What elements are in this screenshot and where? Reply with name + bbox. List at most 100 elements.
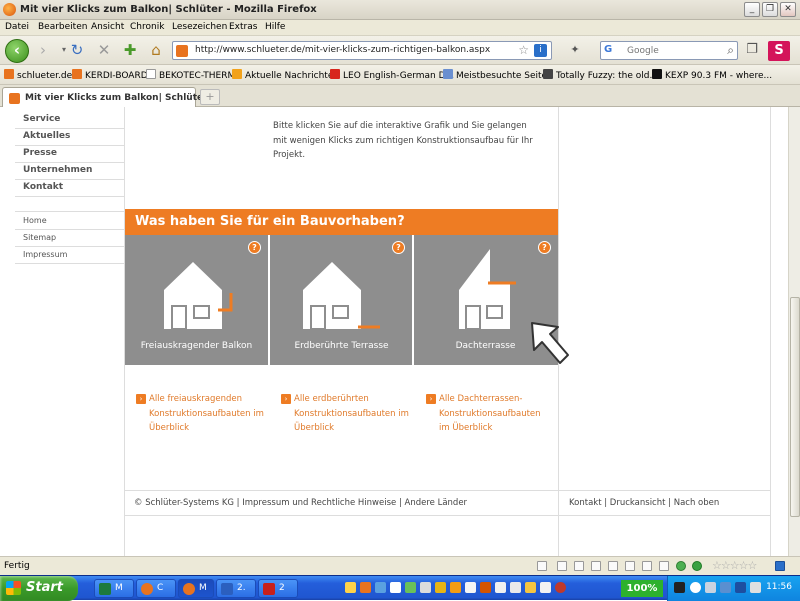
google-icon[interactable]: G [604,44,622,58]
volume-icon[interactable] [750,582,761,593]
network-icon[interactable] [705,582,716,593]
site-info-icon[interactable]: i [534,44,547,57]
bookmark-item[interactable]: schlueter.de [4,69,72,81]
quicklaunch-icon[interactable] [405,582,416,593]
bookmark-item[interactable]: Totally Fuzzy: the old... [543,69,658,81]
search-input[interactable] [627,44,717,57]
bookmark-add-icon[interactable]: ✚ [118,39,142,61]
quicklaunch-icon[interactable] [420,582,431,593]
bookmark-item[interactable]: Aktuelle Nachrichten [232,69,339,81]
taskbar-item-firefox[interactable]: M [178,579,214,598]
bookmark-item[interactable]: KEXP 90.3 FM - where... [652,69,772,81]
menu-extras[interactable]: Extras [229,22,257,32]
bookmark-item[interactable]: BEKOTEC-THERM [146,69,235,81]
bookmark-item[interactable]: LEO English-German D... [330,69,454,81]
print-icon[interactable] [574,561,584,571]
sidebar-item-kontakt[interactable]: Kontakt [23,182,63,192]
addon-icon[interactable]: ✦ [563,39,587,61]
window-tiles-icon[interactable]: ❐ [740,39,764,61]
bookmark-favicon-icon [72,69,82,79]
minimize-button[interactable]: _ [744,2,760,17]
taskbar-item-acrobat[interactable]: 2 [258,579,298,598]
search-box[interactable]: G ⌕ [600,41,738,60]
addon-icon[interactable] [775,561,785,571]
sidebar-item-unternehmen[interactable]: Unternehmen [23,165,92,175]
quicklaunch-icon[interactable] [345,582,356,593]
option-freiauskragender-balkon[interactable]: ? Freiauskragender Balkon [125,235,268,365]
menu-lesezeichen[interactable]: Lesezeichen [172,22,227,32]
taskbar-item-chrome[interactable]: C [136,579,176,598]
footer-left[interactable]: © Schlüter-Systems KG | Impressum und Re… [134,498,467,508]
menu-hilfe[interactable]: Hilfe [265,22,285,32]
link-freiauskragend[interactable]: › Alle freiauskragenden Konstruktionsauf… [136,392,274,436]
tools-icon[interactable] [608,561,618,571]
taskbar-item-excel[interactable]: M [94,579,134,598]
quicklaunch-icon[interactable] [450,582,461,593]
ok-icon[interactable] [676,561,686,571]
quicklaunch-icon[interactable] [510,582,521,593]
power-plug-icon[interactable] [674,582,685,593]
menu-chronik[interactable]: Chronik [130,22,164,32]
stop-icon[interactable]: ✕ [92,39,116,61]
quicklaunch-icon[interactable] [555,582,566,593]
url-text[interactable]: http://www.schlueter.de/mit-vier-klicks-… [195,45,490,55]
scrollbar-thumb[interactable] [790,297,800,517]
back-icon[interactable]: ‹ [5,39,29,63]
link-arrow-icon: › [281,394,291,404]
bookmark-item[interactable]: Meistbesuchte Seiten [443,69,553,81]
page-icon[interactable] [537,561,547,571]
start-button[interactable]: Start [0,576,78,601]
search-icon[interactable]: ⌕ [727,43,734,58]
settings-icon[interactable] [659,561,669,571]
pen-icon[interactable] [557,561,567,571]
close-button[interactable]: ✕ [780,2,796,17]
taskbar-item-word[interactable]: 2. [216,579,256,598]
bookmark-star-icon[interactable]: ☆ [518,43,529,57]
option-label: Freiauskragender Balkon [140,341,253,351]
quicklaunch-icon[interactable] [360,582,371,593]
quicklaunch-icon[interactable] [495,582,506,593]
clock[interactable]: 11:56 [766,582,792,592]
save-icon[interactable] [591,561,601,571]
note-icon[interactable] [642,561,652,571]
quicklaunch-icon[interactable] [525,582,536,593]
page-icon[interactable] [625,561,635,571]
menu-bearbeiten[interactable]: Bearbeiten [38,22,87,32]
quicklaunch-icon[interactable] [540,582,551,593]
status-icon[interactable] [692,561,702,571]
reload-icon[interactable]: ↻ [65,39,89,61]
link-dachterrasse[interactable]: › Alle Dachterrassen-Konstruktionsaufbau… [426,392,549,436]
sidebar-item-service[interactable]: Service [23,114,60,124]
divider [15,263,124,264]
menu-ansicht[interactable]: Ansicht [91,22,124,32]
home-icon[interactable]: ⌂ [144,39,168,61]
folder-icon [443,69,453,79]
url-bar[interactable]: http://www.schlueter.de/mit-vier-klicks-… [172,41,552,60]
rating-stars-icon[interactable]: ☆☆☆☆☆ [712,559,757,572]
vertical-scrollbar[interactable] [788,107,800,556]
link-erdberuehrt[interactable]: › Alle erdberührten Konstruktionsaufbaut… [281,392,419,436]
tab-active[interactable]: Mit vier Klicks zum Balkon| Schlüter [2,87,208,107]
sidebar-item-aktuelles[interactable]: Aktuelles [23,131,70,141]
quicklaunch-icon[interactable] [435,582,446,593]
tray-icon[interactable] [735,582,746,593]
new-tab-button[interactable]: + [200,89,220,105]
battery-indicator[interactable]: 100% [621,580,663,597]
quicklaunch-icon[interactable] [465,582,476,593]
extension-s-icon[interactable]: S [768,41,790,61]
tray-icon[interactable] [720,582,731,593]
firefox-icon [3,3,16,16]
tray-icon[interactable] [690,582,701,593]
sidebar-item-sitemap[interactable]: Sitemap [23,233,56,242]
quicklaunch-icon[interactable] [390,582,401,593]
sidebar-item-impressum[interactable]: Impressum [23,250,67,259]
bookmark-item[interactable]: KERDI-BOARD [72,69,148,81]
maximize-button[interactable]: ❐ [762,2,778,17]
sidebar-item-presse[interactable]: Presse [23,148,57,158]
quicklaunch-icon[interactable] [480,582,491,593]
footer-right[interactable]: Kontakt | Druckansicht | Nach oben [569,498,719,508]
menu-datei[interactable]: Datei [5,22,29,32]
sidebar-item-home[interactable]: Home [23,216,47,225]
option-erdberuehrte-terrasse[interactable]: ? Erdberührte Terrasse [270,235,412,365]
quicklaunch-icon[interactable] [375,582,386,593]
